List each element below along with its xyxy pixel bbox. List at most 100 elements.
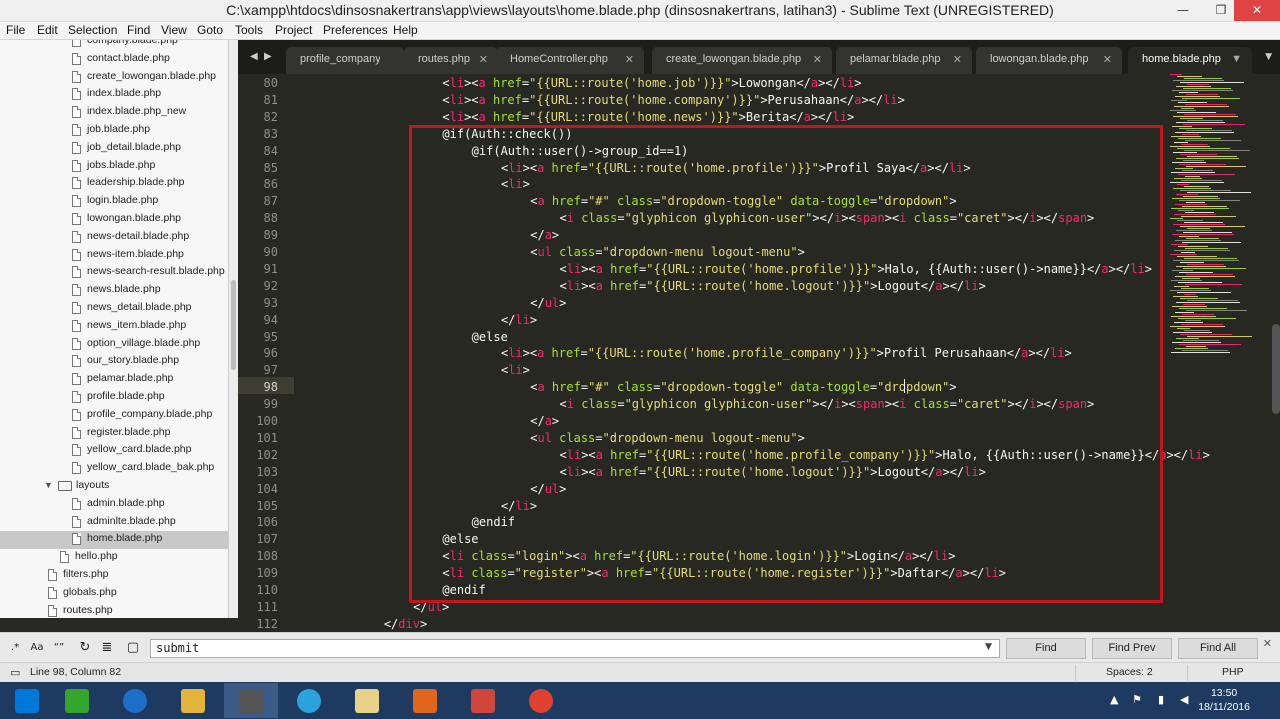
minimize-button[interactable]: — xyxy=(1166,0,1200,21)
tab-home-blade-php[interactable]: home.blade.php ▼ xyxy=(1128,47,1252,74)
flag-icon[interactable]: ⚑ xyxy=(1132,693,1142,706)
sidebar-file[interactable]: admin.blade.php xyxy=(0,496,228,514)
taskbar-folder-button[interactable] xyxy=(340,683,394,718)
tray-arrow-icon[interactable]: ▲ xyxy=(1110,693,1118,706)
tab-profile-company-blade-php[interactable]: profile_company.blade.php xyxy=(286,47,404,74)
sidebar-file[interactable]: register.blade.php xyxy=(0,425,228,443)
tab-homecontroller-php[interactable]: HomeController.php ✕ xyxy=(496,47,644,74)
sidebar-file[interactable]: news-search-result.blade.php xyxy=(0,264,228,282)
taskbar-sublime-text-button[interactable] xyxy=(224,683,278,718)
taskbar-xampp-button[interactable] xyxy=(398,683,452,718)
taskbar-git-button[interactable] xyxy=(456,683,510,718)
sidebar-file[interactable]: hello.php xyxy=(0,549,228,567)
minimap[interactable] xyxy=(1166,74,1266,374)
editor-scrollbar-thumb[interactable] xyxy=(1272,324,1280,414)
case-sensitive-toggle[interactable]: Aa xyxy=(27,639,47,657)
sidebar-file[interactable]: news_item.blade.php xyxy=(0,318,228,336)
sidebar-file[interactable]: news-detail.blade.php xyxy=(0,229,228,247)
tab-close-icon[interactable]: ✕ xyxy=(813,53,822,66)
code-editor[interactable]: 80 81 82 83 84 85 86 87 88 89 90 91 92 93 94 95 96 97 98 99… xyxy=(238,74,1280,632)
tab-prev-icon[interactable]: ◀ xyxy=(250,51,258,62)
sidebar-file[interactable]: filters.php xyxy=(0,567,228,585)
status-panel-icon[interactable]: ▭ xyxy=(10,666,20,679)
regex-toggle[interactable]: .* xyxy=(6,639,24,657)
sidebar-file[interactable]: home.blade.php xyxy=(0,531,228,550)
indentation-setting[interactable]: Spaces: 2 xyxy=(1106,666,1153,678)
tab-list-dropdown-icon[interactable]: ▼ xyxy=(1265,52,1272,62)
menu-project[interactable]: Project xyxy=(275,23,312,37)
sidebar-file[interactable]: yellow_card.blade_bak.php xyxy=(0,460,228,478)
tab-close-icon[interactable]: ✕ xyxy=(953,53,962,66)
taskbar-windows-start-button[interactable] xyxy=(0,683,54,718)
highlight-matches-icon[interactable]: ▢ xyxy=(124,639,142,657)
sidebar-file[interactable]: news.blade.php xyxy=(0,282,228,300)
sidebar-folder[interactable]: ▼ layouts xyxy=(0,478,228,496)
sidebar-file[interactable]: news_detail.blade.php xyxy=(0,300,228,318)
menu-preferences[interactable]: Preferences xyxy=(323,23,388,37)
taskbar-internet-explorer-button[interactable] xyxy=(108,683,162,718)
menu-file[interactable]: File xyxy=(6,23,25,37)
taskbar-file-explorer-button[interactable] xyxy=(166,683,220,718)
find-all-button[interactable]: Find All xyxy=(1178,638,1258,659)
sidebar-file[interactable]: jobs.blade.php xyxy=(0,158,228,176)
maximize-button[interactable]: ❐ xyxy=(1204,0,1238,21)
menu-edit[interactable]: Edit xyxy=(37,23,58,37)
syntax-setting[interactable]: PHP xyxy=(1222,666,1244,678)
sidebar-file[interactable]: globals.php xyxy=(0,585,228,603)
find-prev-button[interactable]: Find Prev xyxy=(1092,638,1172,659)
sidebar-file[interactable]: company.blade.php xyxy=(0,40,228,51)
menu-goto[interactable]: Goto xyxy=(197,23,223,37)
sidebar-file[interactable]: job.blade.php xyxy=(0,122,228,140)
whole-word-toggle[interactable]: “” xyxy=(50,639,68,657)
code-line[interactable]: <li><a href="{{URL::route('home.job')}}"… xyxy=(442,75,861,92)
find-button[interactable]: Find xyxy=(1006,638,1086,659)
sidebar-file[interactable]: lowongan.blade.php xyxy=(0,211,228,229)
sidebar-file[interactable]: login.blade.php xyxy=(0,193,228,211)
tab-close-icon[interactable]: ✕ xyxy=(1103,53,1112,66)
find-history-dropdown-icon[interactable]: ▼ xyxy=(985,642,992,652)
in-selection-icon[interactable]: ≣ xyxy=(98,639,116,657)
tab-create-lowongan-blade-php[interactable]: create_lowongan.blade.php ✕ xyxy=(652,47,832,74)
sidebar-file[interactable]: index.blade.php xyxy=(0,86,228,104)
system-clock[interactable]: 13:50 18/11/2016 xyxy=(1198,686,1250,714)
sidebar-file[interactable]: create_lowongan.blade.php xyxy=(0,69,228,87)
volume-icon[interactable]: ◀ xyxy=(1180,693,1188,706)
menu-selection[interactable]: Selection xyxy=(68,23,117,37)
tab-close-icon[interactable]: ▼ xyxy=(1231,53,1242,65)
sidebar-file[interactable]: leadership.blade.php xyxy=(0,175,228,193)
sidebar-file[interactable]: contact.blade.php xyxy=(0,51,228,69)
close-button[interactable]: ✕ xyxy=(1234,0,1280,21)
sidebar-file[interactable]: profile.blade.php xyxy=(0,389,228,407)
sidebar-file[interactable]: routes.php xyxy=(0,603,228,618)
sidebar-file[interactable]: adminlte.blade.php xyxy=(0,514,228,532)
battery-icon[interactable]: ▮ xyxy=(1158,693,1164,706)
code-line[interactable]: <li><a href="{{URL::route('home.company'… xyxy=(442,92,904,109)
sidebar-file[interactable]: yellow_card.blade.php xyxy=(0,442,228,460)
folder-expanded-icon[interactable]: ▼ xyxy=(44,480,53,490)
menu-help[interactable]: Help xyxy=(393,23,418,37)
code-line[interactable]: <li><a href="{{URL::route('home.news')}}… xyxy=(442,109,854,126)
tab-pelamar-blade-php[interactable]: pelamar.blade.php ✕ xyxy=(836,47,972,74)
tab-close-icon[interactable]: ✕ xyxy=(479,53,488,66)
sidebar-scroll-thumb[interactable] xyxy=(231,280,236,370)
sidebar-file[interactable]: pelamar.blade.php xyxy=(0,371,228,389)
taskbar-store-button[interactable] xyxy=(50,683,104,718)
sidebar-file[interactable]: option_village.blade.php xyxy=(0,336,228,354)
sidebar-file[interactable]: job_detail.blade.php xyxy=(0,140,228,158)
tab-next-icon[interactable]: ▶ xyxy=(264,51,272,62)
menu-find[interactable]: Find xyxy=(127,23,150,37)
menu-tools[interactable]: Tools xyxy=(235,23,263,37)
taskbar-telegram-button[interactable] xyxy=(282,683,336,718)
find-input[interactable]: submit xyxy=(150,639,1000,658)
find-close-icon[interactable]: ✕ xyxy=(1263,637,1272,650)
sidebar-file[interactable]: index.blade.php_new xyxy=(0,104,228,122)
tab-close-icon[interactable]: ✕ xyxy=(625,53,634,66)
sidebar-file[interactable]: our_story.blade.php xyxy=(0,353,228,371)
sidebar-file[interactable]: profile_company.blade.php xyxy=(0,407,228,425)
tab-lowongan-blade-php[interactable]: lowongan.blade.php ✕ xyxy=(976,47,1122,74)
wrap-icon[interactable]: ↻ xyxy=(76,639,94,657)
sidebar-scrollbar[interactable] xyxy=(229,40,238,618)
code-line[interactable]: </div> xyxy=(384,616,427,632)
tab-routes-php[interactable]: routes.php ✕ xyxy=(404,47,498,74)
taskbar-chrome-button[interactable] xyxy=(514,683,568,718)
